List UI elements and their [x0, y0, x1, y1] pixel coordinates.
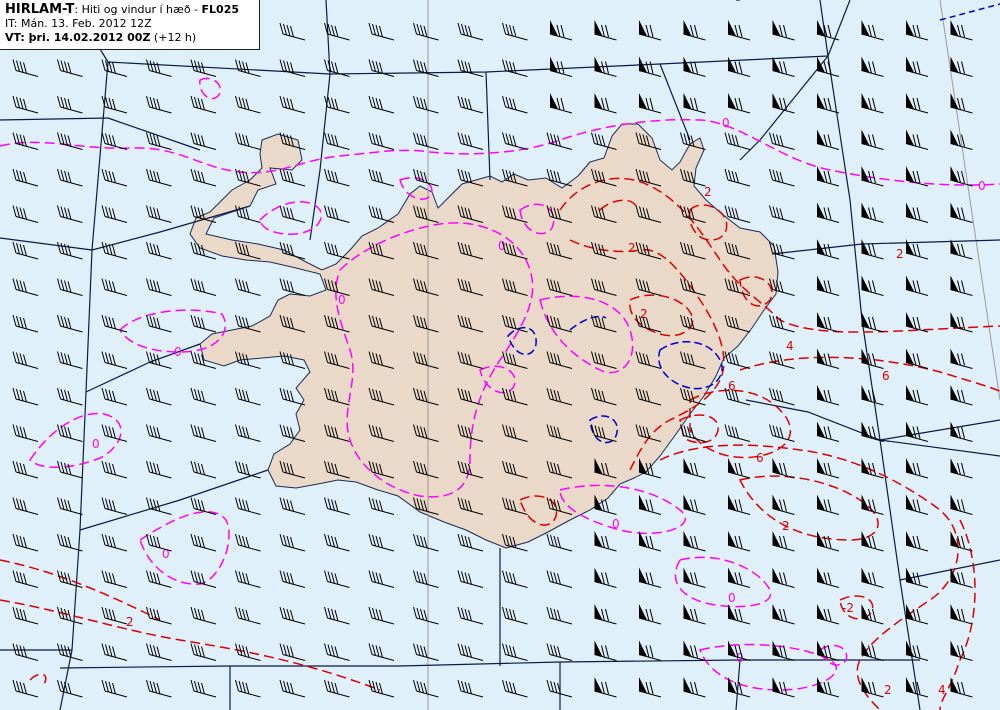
label-plus2-6: 2 [126, 615, 134, 629]
label-plus2-7: 2 [884, 683, 892, 697]
label-zero-9: 0 [612, 517, 620, 531]
label-plus4-1: 4 [786, 339, 794, 353]
label-zero-2: 0 [978, 179, 986, 193]
label-zero-3: 0 [338, 293, 346, 307]
valid-time: VT: þri. 14.02.2012 00Z [5, 31, 151, 44]
label-zero-6: 0 [728, 591, 736, 605]
label-plus2-3: 2 [896, 247, 904, 261]
valid-offset: (+12 h) [150, 31, 197, 44]
label-zero-1: 0 [722, 116, 730, 130]
issue-time: IT: Mán. 13. Feb. 2012 12Z [5, 17, 152, 30]
label-zero-5: 0 [92, 437, 100, 451]
weather-map: 0 0 0 0 0 0 0 0 0 0 2 2 2 2 2 2 2 -2 4 4… [0, 0, 1000, 710]
label-plus2-5: 2 [782, 519, 790, 533]
label-plus2-2: 2 [628, 241, 636, 255]
label-minus2-1: -2 [842, 601, 854, 615]
label-plus6-1: 6 [882, 369, 890, 383]
label-plus6-2: 6 [756, 451, 764, 465]
info-box: HIRLAM-T: Hiti og vindur í hæð - FL025 I… [0, 0, 260, 50]
label-zero-4: 0 [174, 345, 182, 359]
flight-level: FL025 [201, 3, 240, 16]
subtitle: : Hiti og vindur í hæð - [74, 3, 202, 16]
label-plus2-1: 2 [704, 185, 712, 199]
model-name: HIRLAM-T [5, 2, 75, 17]
label-plus4-2: 4 [938, 683, 946, 697]
